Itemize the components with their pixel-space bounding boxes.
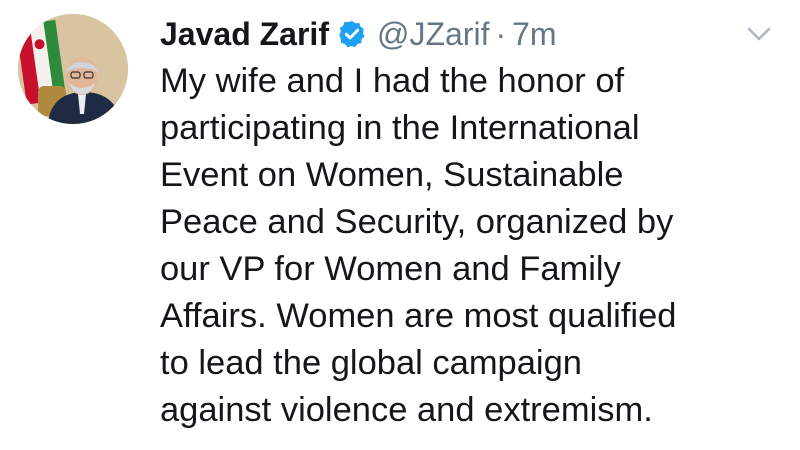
tweet-header: Javad Zarif @JZarif · 7m — [160, 12, 557, 56]
tweet-text: My wife and I had the honor of participa… — [160, 58, 790, 434]
tweet-card: Javad Zarif @JZarif · 7m My wife and I h… — [0, 0, 800, 450]
tweet-text-line: Event on Women, Sustainable — [160, 156, 624, 194]
verified-badge-icon — [337, 19, 367, 49]
tweet-text-line: Peace and Security, organized by — [160, 203, 674, 241]
chevron-down-icon[interactable] — [746, 24, 772, 44]
tweet-text-line: to lead the global campaign — [160, 344, 582, 382]
display-name[interactable]: Javad Zarif — [160, 16, 329, 53]
user-handle[interactable]: @JZarif — [377, 16, 489, 53]
tweet-text-line: our VP for Women and Family — [160, 250, 621, 288]
profile-photo — [18, 14, 128, 124]
tweet-text-line: against violence and extremism. — [160, 391, 653, 429]
avatar[interactable] — [18, 14, 128, 124]
separator-dot: · — [495, 15, 507, 52]
tweet-text-line: My wife and I had the honor of — [160, 62, 625, 100]
tweet-timestamp[interactable]: 7m — [512, 16, 556, 53]
tweet-text-line: participating in the International — [160, 109, 640, 147]
tweet-text-line: Affairs. Women are most qualified — [160, 297, 677, 335]
